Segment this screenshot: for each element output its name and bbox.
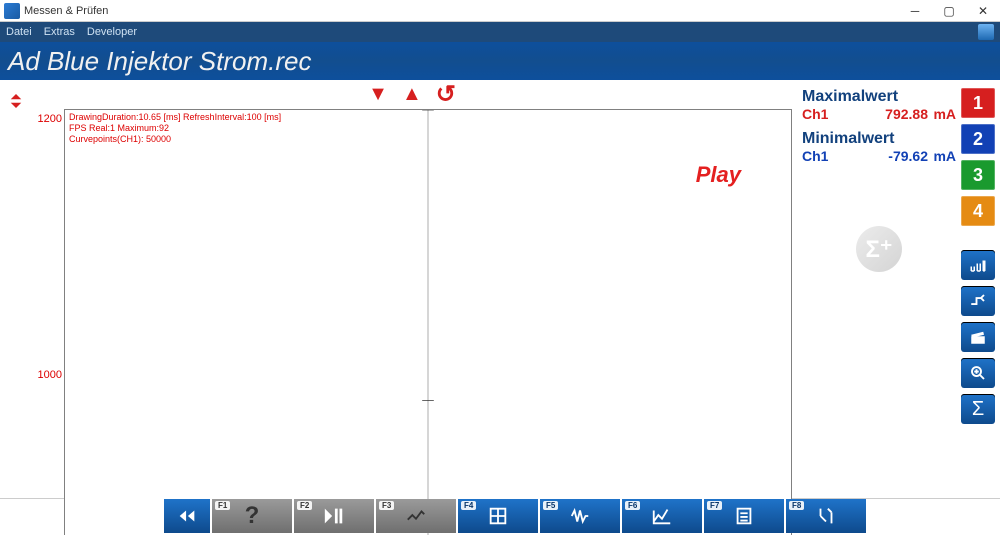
drag-vertical-icon[interactable] [9,94,23,108]
trigger-button[interactable] [961,286,995,316]
min-value-block: Minimalwert Ch1 -79.62 mA [802,130,956,164]
max-title: Maximalwert [802,88,956,106]
menu-datei[interactable]: Datei [6,26,32,38]
menu-corner-icon[interactable] [978,24,994,40]
y-axis: 1200 1000 800 600 400 200 0 -200 mA [32,109,64,535]
window-title: Messen & Prüfen [24,5,898,17]
window-titlebar: Messen & Prüfen ─ ▢ ✕ [0,0,1000,22]
f6-trend-button[interactable]: F6 [622,499,702,533]
menu-bar: Datei Extras Developer [0,22,1000,42]
channel-3-button[interactable]: 3 [961,160,995,190]
menu-developer[interactable]: Developer [87,26,137,38]
reset-icon[interactable]: ↺ [436,80,456,109]
maximize-button[interactable]: ▢ [932,0,966,22]
min-channel: Ch1 [802,148,838,164]
minimize-button[interactable]: ─ [898,0,932,22]
menu-extras[interactable]: Extras [44,26,75,38]
app-icon [4,3,20,19]
f4-grid-button[interactable]: F4 [458,499,538,533]
f5-wave-button[interactable]: F5 [540,499,620,533]
channel-2-button[interactable]: 2 [961,124,995,154]
f1-help-button[interactable]: F1? [212,499,292,533]
channel-1-button[interactable]: 1 [961,88,995,118]
zoom-in-button[interactable] [961,358,995,388]
max-unit: mA [928,106,956,122]
sigma-button[interactable]: Σ⁺ [856,226,902,272]
clapper-button[interactable] [961,322,995,352]
rewind-button[interactable] [164,499,210,533]
max-value-block: Maximalwert Ch1 792.88 mA [802,88,956,122]
f2-pause-button[interactable]: F2 [294,499,374,533]
min-value: -79.62 [838,148,928,164]
max-channel: Ch1 [802,106,838,122]
close-button[interactable]: ✕ [966,0,1000,22]
play-label: Play [696,162,741,188]
f8-auto-button[interactable]: F8 [786,499,866,533]
chart-debug-overlay: DrawingDuration:10.65 [ms] RefreshInterv… [69,112,281,145]
channel-4-button[interactable]: 4 [961,196,995,226]
cursor-mode-button[interactable] [961,250,995,280]
file-title-bar: Ad Blue Injektor Strom.rec [0,42,1000,80]
f3-signal-button[interactable]: F3 [376,499,456,533]
min-unit: mA [928,148,956,164]
file-title: Ad Blue Injektor Strom.rec [8,46,311,77]
min-title: Minimalwert [802,130,956,148]
sum-button[interactable]: Σ [961,394,995,424]
chart-canvas[interactable]: DrawingDuration:10.65 [ms] RefreshInterv… [64,109,792,535]
f7-list-button[interactable]: F7 [704,499,784,533]
triangle-up-icon[interactable]: ▲ [402,83,422,106]
chart-toolbar: ▼ ▲ ↺ [32,80,792,109]
max-value: 792.88 [838,106,928,122]
triangle-down-icon[interactable]: ▼ [368,83,388,106]
